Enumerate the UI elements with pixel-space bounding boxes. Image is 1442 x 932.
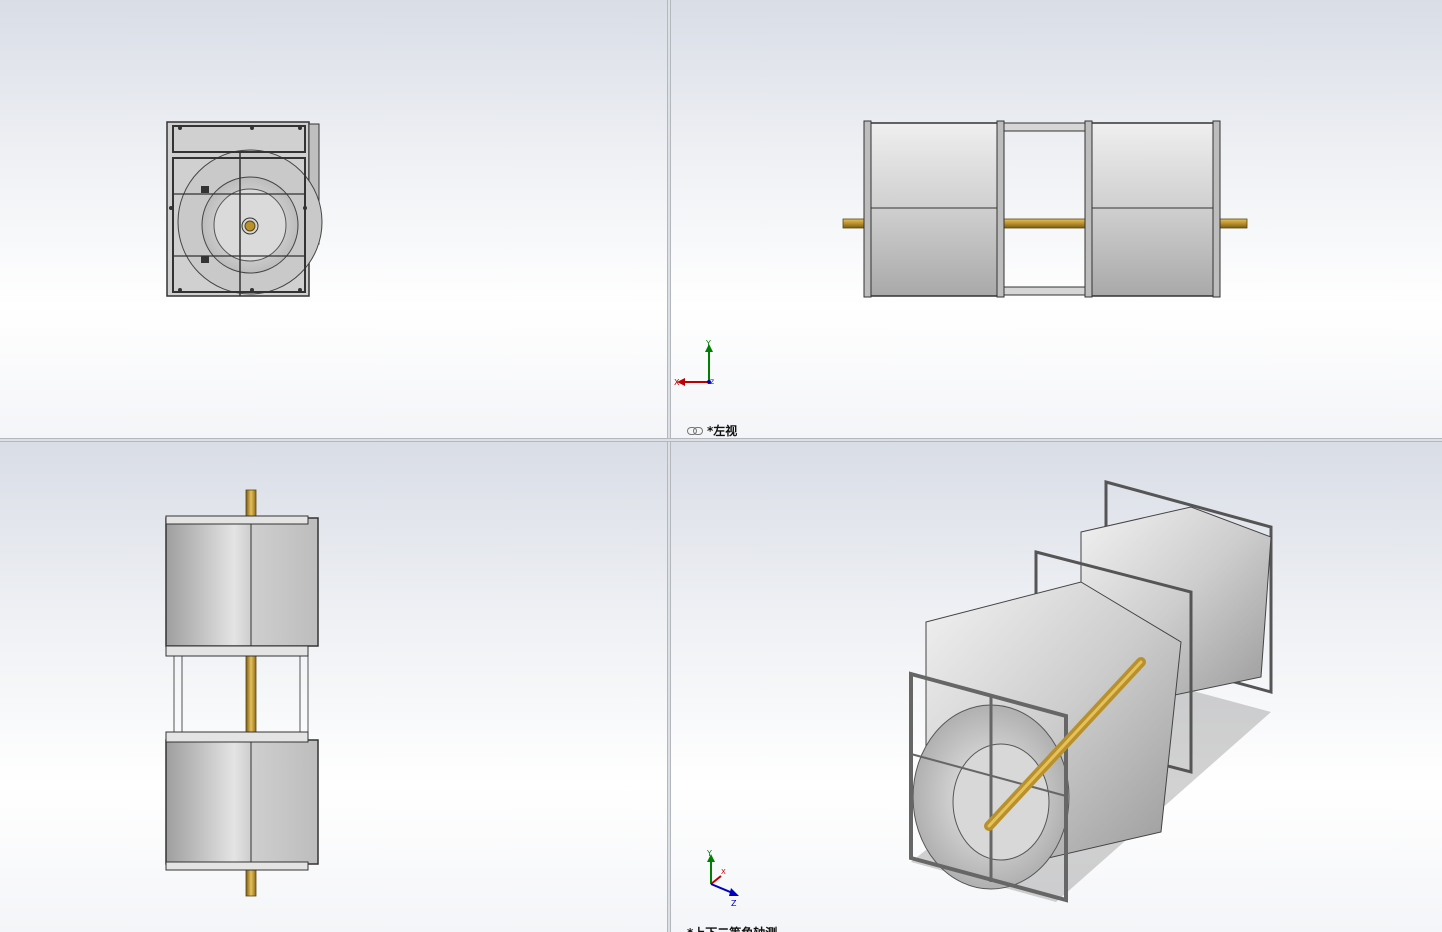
viewport-left[interactable]: Y X Z *左视 bbox=[671, 0, 1442, 438]
triad-z-label: Z bbox=[710, 379, 714, 386]
triad-y-label: Y bbox=[705, 339, 711, 348]
view-name-label: *左视 bbox=[687, 422, 737, 438]
view-name-text: *上下二等角轴测 bbox=[687, 924, 777, 932]
viewport-top[interactable] bbox=[0, 442, 667, 932]
svg-text:X: X bbox=[721, 868, 726, 876]
svg-text:Z: Z bbox=[731, 899, 737, 908]
top-view-model bbox=[165, 489, 319, 897]
viewport-splitter-vertical[interactable] bbox=[667, 0, 671, 932]
link-icon bbox=[687, 426, 703, 435]
viewport-isometric[interactable]: Y X Z *上下二等角轴测 bbox=[671, 442, 1442, 932]
isometric-view-model bbox=[909, 480, 1273, 903]
triad-x-label: X bbox=[674, 378, 680, 387]
svg-text:Y: Y bbox=[706, 849, 712, 858]
view-name-label: *上下二等角轴测 bbox=[687, 924, 777, 932]
viewport-splitter-horizontal[interactable] bbox=[0, 438, 1442, 442]
coordinate-triad-icon: Y X Z bbox=[706, 849, 739, 908]
coordinate-triad-icon: Y X Z bbox=[674, 339, 714, 387]
left-view-model bbox=[842, 120, 1248, 298]
front-view-model bbox=[166, 121, 323, 297]
view-name-text: *左视 bbox=[707, 424, 738, 438]
viewport-front[interactable] bbox=[0, 0, 667, 438]
